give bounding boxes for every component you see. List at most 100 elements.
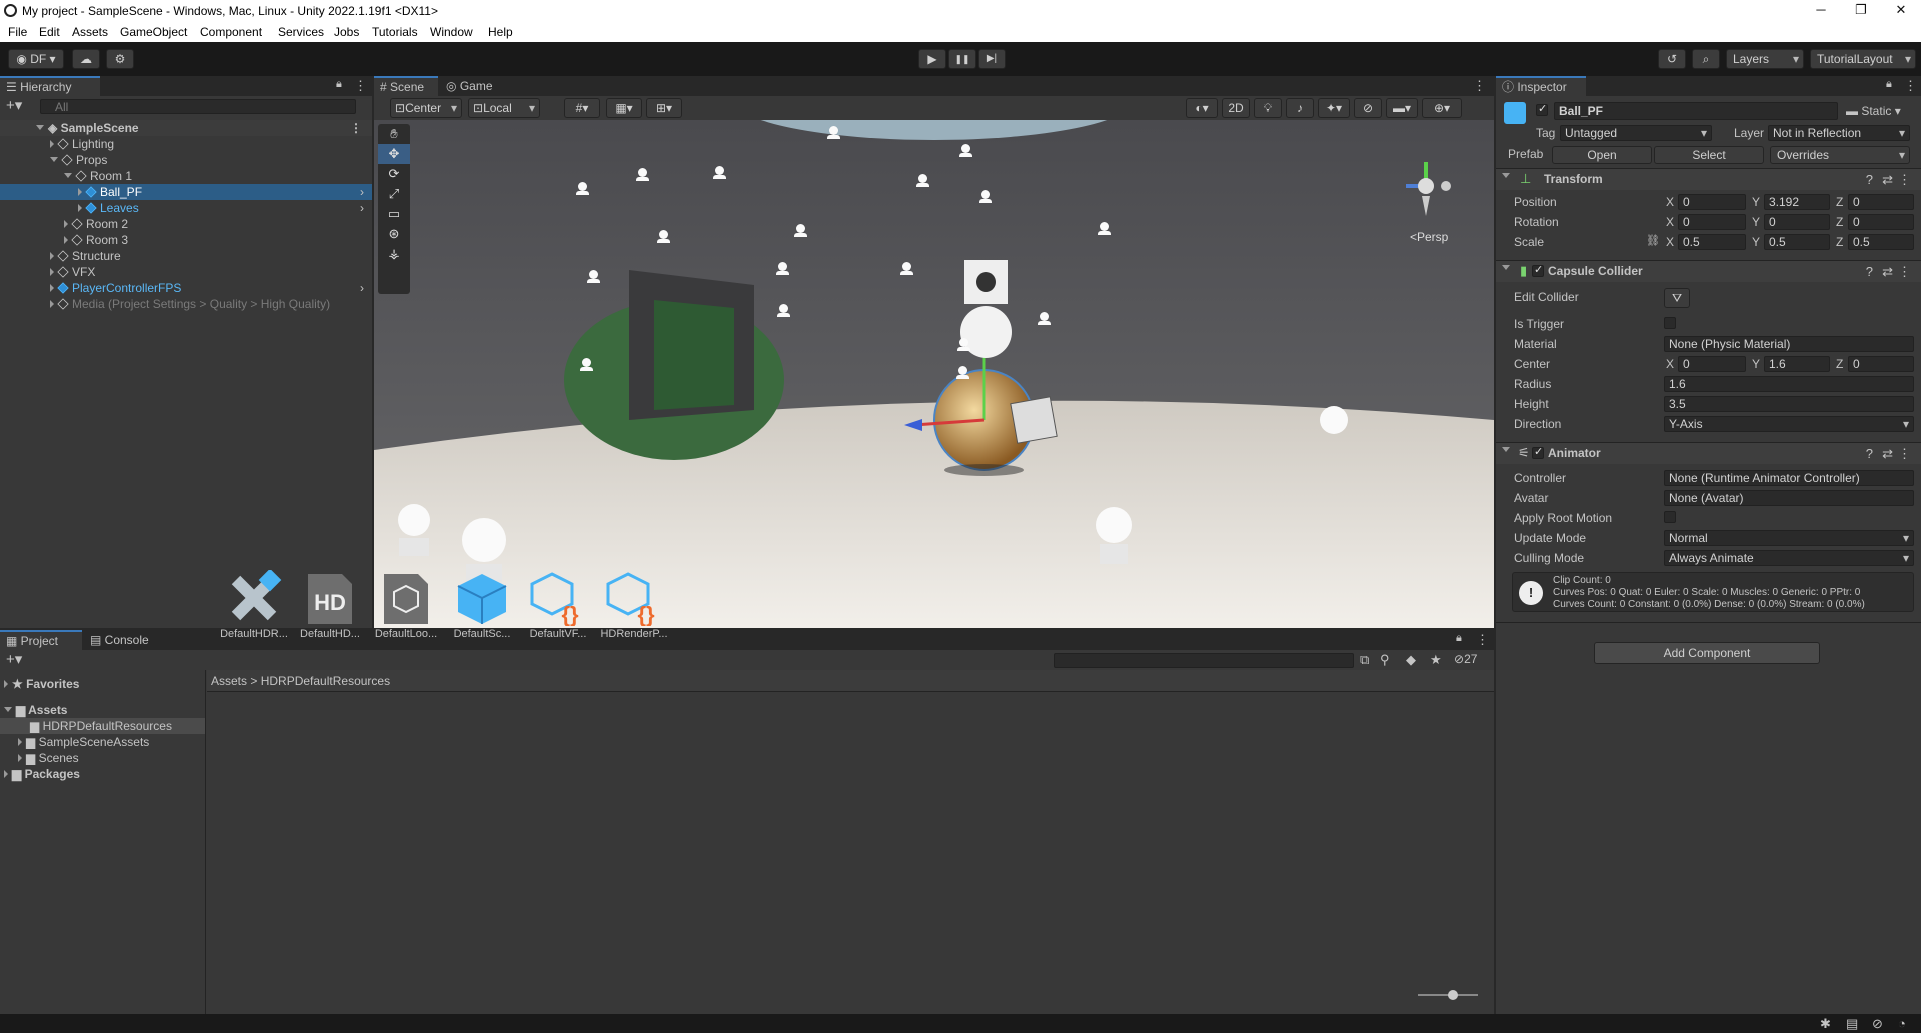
preset-icon[interactable]: ⇄ [1882, 264, 1893, 280]
direction-dropdown[interactable]: Y-Axis [1664, 416, 1914, 432]
gizmos-icon[interactable]: ⊕▾ [1422, 98, 1462, 118]
effects-icon[interactable]: ✦▾ [1318, 98, 1350, 118]
rotation-z-input[interactable]: 0 [1848, 214, 1914, 230]
light-probe-icon[interactable] [574, 182, 590, 198]
open-prefab-icon[interactable]: › [360, 280, 364, 296]
menu-help[interactable]: Help [488, 25, 513, 39]
hierarchy-item[interactable]: Structure [0, 248, 372, 264]
bug-icon[interactable]: ✱ [1820, 1016, 1831, 1032]
component-menu-icon[interactable]: ⋮ [1898, 446, 1911, 462]
expand-arrow-icon[interactable] [78, 188, 82, 196]
add-component-button[interactable]: Add Component [1594, 642, 1820, 664]
asset-item[interactable]: HD DefaultHD... [296, 570, 364, 640]
breadcrumb-assets[interactable]: Assets [211, 674, 247, 688]
help-icon[interactable]: ? [1866, 264, 1873, 279]
open-prefab-icon[interactable]: › [360, 200, 364, 216]
camera-settings-icon[interactable]: ▬▾ [1386, 98, 1418, 118]
search-icon[interactable]: ⌕ [1692, 49, 1720, 69]
packages-row[interactable]: ▆ Packages [4, 766, 80, 782]
light-probe-icon[interactable] [898, 262, 914, 278]
tab-hierarchy[interactable]: ☰ Hierarchy [0, 76, 100, 96]
menu-edit[interactable]: Edit [39, 25, 60, 39]
custom-tool-icon[interactable]: ⚶ [378, 244, 410, 264]
light-probe-icon[interactable] [954, 366, 970, 382]
rotation-y-input[interactable]: 0 [1764, 214, 1830, 230]
foldout-icon[interactable] [1502, 265, 1510, 270]
update-mode-dropdown[interactable]: Normal [1664, 530, 1914, 546]
hierarchy-item[interactable]: Props [0, 152, 372, 168]
hierarchy-item[interactable]: Room 2 [0, 216, 372, 232]
close-button[interactable]: ✕ [1878, 0, 1921, 22]
hidden-packages-icon[interactable]: ⊘27 [1454, 652, 1477, 666]
add-button[interactable]: +▾ [6, 98, 22, 114]
zoom-slider-handle[interactable] [1448, 990, 1458, 1000]
pivot-dropdown[interactable]: ⊡Center [390, 98, 462, 118]
folder-samplesceneassets[interactable]: ▆ SampleSceneAssets [18, 734, 149, 750]
apply-root-motion-checkbox[interactable] [1664, 511, 1676, 523]
grid-icon[interactable]: ▦▾ [606, 98, 642, 118]
position-x-input[interactable]: 0 [1678, 194, 1746, 210]
prefab-open-button[interactable]: Open [1552, 146, 1652, 164]
hierarchy-item[interactable]: Room 1 [0, 168, 372, 184]
progress-icon[interactable]: ◔ [1898, 1016, 1906, 1031]
light-probe-icon[interactable] [792, 224, 808, 240]
project-search-input[interactable] [1054, 653, 1354, 668]
capsule-enabled-checkbox[interactable] [1532, 263, 1544, 277]
height-input[interactable]: 3.5 [1664, 396, 1914, 412]
expand-arrow-icon[interactable] [36, 125, 44, 130]
tab-project[interactable]: ▦ Project [0, 630, 82, 650]
cloud-icon[interactable]: ☁ [72, 49, 100, 69]
prefab-select-button[interactable]: Select [1654, 146, 1764, 164]
open-prefab-icon[interactable]: › [360, 184, 364, 200]
scene-more-icon[interactable]: ⋮ [1473, 78, 1486, 94]
hidden-objects-icon[interactable]: ⊘ [1354, 98, 1382, 118]
scale-x-input[interactable]: 0.5 [1678, 234, 1746, 250]
layer-dropdown[interactable]: Not in Reflection [1768, 125, 1910, 141]
expand-arrow-icon[interactable] [50, 300, 54, 308]
favorite-star-icon[interactable]: ★ [1430, 652, 1442, 668]
folder-hdrpdefaultresources[interactable]: ▆ HDRPDefaultResources [0, 718, 205, 734]
tab-game[interactable]: ◎ Game [440, 76, 504, 96]
light-probe-icon[interactable] [655, 230, 671, 246]
scale-y-input[interactable]: 0.5 [1764, 234, 1830, 250]
asset-item[interactable]: {} DefaultVF... [524, 570, 592, 640]
more-icon[interactable]: ⋮ [1476, 632, 1489, 648]
center-x-input[interactable]: 0 [1678, 356, 1746, 372]
is-trigger-checkbox[interactable] [1664, 317, 1676, 329]
account-dropdown[interactable]: ◉ DF ▾ [8, 49, 64, 69]
hierarchy-item[interactable]: Ball_PF › [0, 184, 372, 200]
menu-component[interactable]: Component [200, 25, 262, 39]
hand-tool-icon[interactable]: ✋︎ [378, 124, 410, 144]
light-probe-icon[interactable] [1096, 222, 1112, 238]
foldout-icon[interactable] [1502, 447, 1510, 452]
orientation-gizmo[interactable] [1396, 156, 1456, 226]
grid-snap-icon[interactable]: #▾ [564, 98, 600, 118]
light-probe-icon[interactable] [775, 304, 791, 320]
hierarchy-item[interactable]: Media (Project Settings > Quality > High… [0, 296, 372, 312]
menu-file[interactable]: File [8, 25, 27, 39]
audio-toggle-icon[interactable]: ♪ [1286, 98, 1314, 118]
expand-arrow-icon[interactable] [64, 236, 68, 244]
link-icon[interactable]: ⛓︎ [1646, 234, 1660, 247]
position-z-input[interactable]: 0 [1848, 194, 1914, 210]
menu-gameobject[interactable]: GameObject [120, 25, 187, 39]
light-probe-icon[interactable] [957, 144, 973, 160]
help-icon[interactable]: ? [1866, 172, 1873, 187]
more-icon[interactable]: ⋮ [354, 78, 367, 94]
search-by-label-icon[interactable]: ⚲ [1380, 652, 1390, 668]
expand-arrow-icon[interactable] [50, 268, 54, 276]
lighting-toggle-icon[interactable]: 💡︎ [1254, 98, 1282, 118]
edit-collider-icon[interactable]: ⛛ [1664, 288, 1690, 308]
culling-mode-dropdown[interactable]: Always Animate [1664, 550, 1914, 566]
foldout-icon[interactable] [1502, 173, 1510, 178]
move-tool-icon[interactable]: ✥ [378, 144, 410, 164]
scene-menu-icon[interactable]: ⋮ [350, 120, 362, 136]
radius-input[interactable]: 1.6 [1664, 376, 1914, 392]
asset-item[interactable]: DefaultLoo... [372, 570, 440, 640]
transform-header[interactable]: ⊥ Transform ? ⇄ ⋮ [1496, 168, 1921, 190]
menu-jobs[interactable]: Jobs [334, 25, 359, 39]
asset-item[interactable]: DefaultHDR... [220, 568, 288, 640]
component-menu-icon[interactable]: ⋮ [1898, 172, 1911, 188]
layout-dropdown[interactable]: TutorialLayout [1810, 49, 1916, 69]
menu-window[interactable]: Window [430, 25, 473, 39]
